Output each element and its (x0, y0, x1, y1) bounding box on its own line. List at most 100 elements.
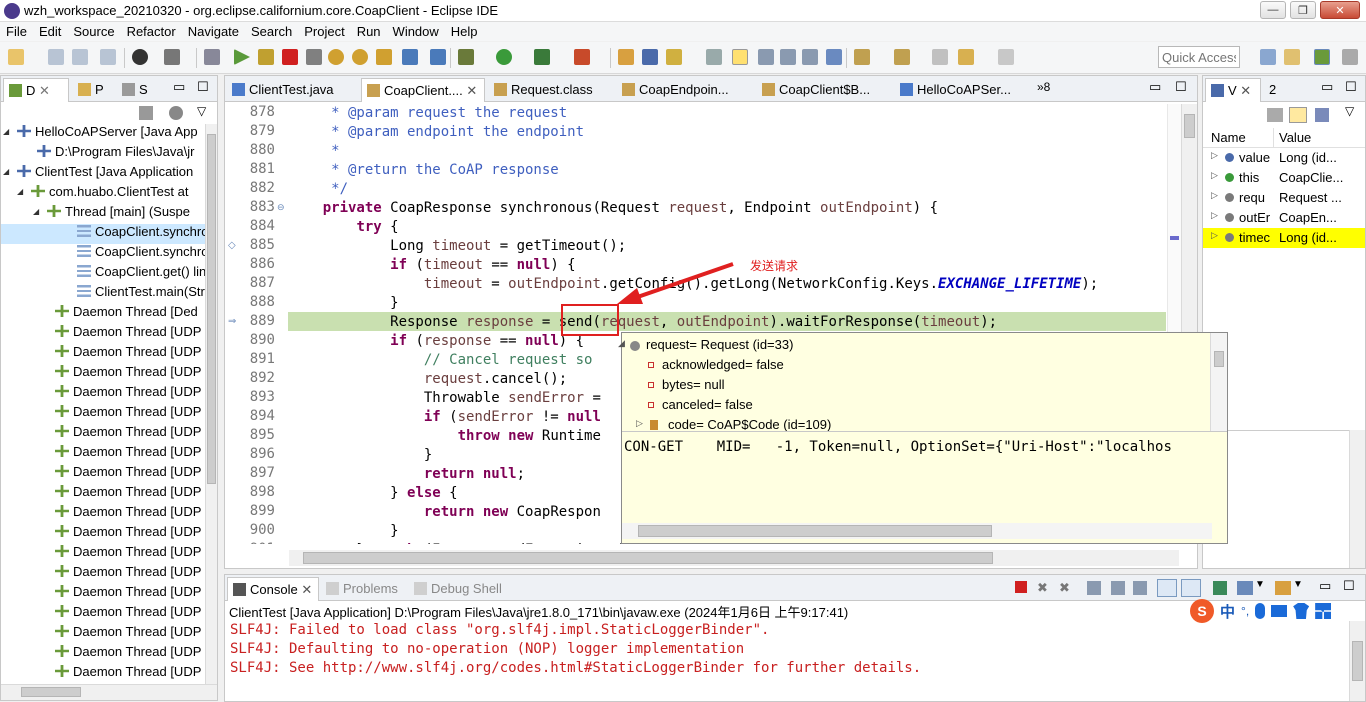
debug-tree-item[interactable]: Daemon Thread [UDP (1, 644, 205, 664)
variable-row[interactable]: ▷ timec Long (id... (1203, 228, 1365, 248)
tab-debug[interactable]: D ✕ (3, 78, 69, 102)
variable-row[interactable]: ▷ outEr CoapEn... (1203, 208, 1365, 228)
back-icon[interactable] (958, 49, 974, 65)
tab-variables[interactable]: V ✕ (1205, 78, 1261, 102)
toolbox-icon[interactable] (1315, 603, 1332, 619)
expand-icon[interactable]: ▷ (1211, 190, 1218, 201)
chevron-down-icon[interactable]: ▽ (197, 104, 206, 118)
expand-icon[interactable]: ◢ (3, 167, 9, 176)
remove-launch-icon[interactable]: ✖ (1037, 580, 1048, 596)
last-edit-icon[interactable] (932, 49, 948, 65)
minimize-button[interactable]: — (1260, 1, 1286, 19)
debug-tree-item[interactable]: Daemon Thread [UDP (1, 504, 205, 524)
maximize-console-icon[interactable]: ☐ (1343, 578, 1355, 594)
maximize-variables-icon[interactable]: ☐ (1345, 79, 1357, 95)
menu-search[interactable]: Search (245, 24, 298, 39)
show-whitespace-icon[interactable] (780, 49, 796, 65)
menu-file[interactable]: File (0, 24, 33, 39)
debug-tree-item[interactable]: CoapClient.get() lin (1, 264, 205, 284)
minimize-variables-icon[interactable]: ▭ (1321, 79, 1333, 95)
minimize-console-icon[interactable]: ▭ (1319, 578, 1331, 594)
hover-field-item[interactable]: acknowledged= false (648, 357, 784, 377)
clear-console-icon[interactable] (1087, 581, 1101, 595)
view-menu-icon[interactable] (169, 106, 183, 120)
forward-icon[interactable] (998, 49, 1014, 65)
skip-breakpoints-icon[interactable] (204, 49, 220, 65)
debug-tree-item[interactable]: Daemon Thread [UDP (1, 344, 205, 364)
debug-tree-item[interactable]: Daemon Thread [UDP (1, 464, 205, 484)
debug-tree-item[interactable]: Daemon Thread [UDP (1, 544, 205, 564)
run-icon[interactable] (496, 49, 512, 65)
debug-tree-item[interactable]: Daemon Thread [UDP (1, 444, 205, 464)
punctuation-icon[interactable]: °, (1241, 604, 1249, 618)
expand-icon[interactable]: ◢ (33, 207, 39, 216)
ime-language-label[interactable]: 中 (1220, 601, 1235, 622)
column-value[interactable]: Value (1279, 130, 1311, 145)
resume-icon[interactable] (234, 49, 250, 65)
debug-tree-item[interactable]: Daemon Thread [UDP (1, 424, 205, 444)
external-tools-icon[interactable] (574, 49, 590, 65)
hover-root-item[interactable]: ◢ request= Request (id=33) (618, 337, 793, 357)
open-dropdown-icon[interactable]: ▼ (1293, 579, 1303, 590)
menu-window[interactable]: Window (387, 24, 445, 39)
variable-hover-popup[interactable]: ◢ request= Request (id=33) acknowledged= f… (618, 332, 1228, 544)
debug-tree-item[interactable]: Daemon Thread [UDP (1, 564, 205, 584)
debug-tree-hscrollbar[interactable] (1, 684, 217, 700)
debug-icon[interactable] (458, 49, 474, 65)
tab-problems[interactable]: Problems (321, 577, 407, 601)
show-stderr-icon[interactable] (1181, 579, 1201, 597)
minimize-editor-icon[interactable]: ▭ (1149, 79, 1161, 95)
layout-icon[interactable] (1315, 108, 1329, 122)
terminate-console-icon[interactable] (1015, 581, 1027, 593)
save-icon[interactable] (48, 49, 64, 65)
expand-icon[interactable]: ▷ (1211, 150, 1218, 161)
collapse-icon[interactable]: ◢ (618, 338, 625, 349)
maximize-button[interactable]: ❐ (1290, 1, 1316, 19)
debug-tree-item[interactable]: Daemon Thread [UDP (1, 624, 205, 644)
expand-icon[interactable]: ▷ (1211, 230, 1218, 241)
debug-tree-item[interactable]: Daemon Thread [UDP (1, 404, 205, 424)
skin-icon[interactable] (1293, 603, 1310, 619)
debug-tree-item[interactable]: Daemon Thread [UDP (1, 484, 205, 504)
coverage-icon[interactable] (534, 49, 550, 65)
debug-tree-item[interactable]: ClientTest.main(Stri (1, 284, 205, 304)
expand-icon[interactable]: ◢ (17, 187, 23, 196)
sogou-logo-icon[interactable]: S (1190, 599, 1214, 623)
search-icon[interactable] (706, 49, 722, 65)
remove-terminated-icon[interactable] (139, 106, 153, 120)
pilcrow-icon[interactable] (802, 49, 818, 65)
expand-icon[interactable]: ▷ (1211, 170, 1218, 181)
quick-access-input[interactable] (1158, 46, 1240, 68)
tab-clienttest[interactable]: ClientTest.java (227, 78, 357, 102)
debug-tree-item[interactable]: ◢ com.huabo.ClientTest at (1, 184, 205, 204)
variable-row[interactable]: ▷ value Long (id... (1203, 148, 1365, 168)
new-package-icon[interactable] (618, 49, 634, 65)
word-wrap-console-icon[interactable] (1133, 581, 1147, 595)
tab-more-views[interactable]: 2 (1265, 78, 1295, 102)
debug-tree-item[interactable]: CoapClient.synchro (1, 244, 205, 264)
word-wrap-icon[interactable] (826, 49, 842, 65)
tab-console[interactable]: Console ✕ (227, 577, 319, 601)
hover-field-item[interactable]: canceled= false (648, 397, 753, 417)
display-dropdown-icon[interactable]: ▼ (1255, 579, 1265, 590)
more-tabs-button[interactable]: »8 (1037, 80, 1050, 94)
tab-hellocoapserver[interactable]: HelloCoAPSer... (895, 78, 1029, 102)
hover-field-item[interactable]: bytes= null (648, 377, 725, 397)
editor-hscrollbar[interactable] (289, 550, 1179, 566)
menu-source[interactable]: Source (67, 24, 120, 39)
keyboard-icon[interactable] (1271, 605, 1288, 617)
scroll-lock-icon[interactable] (1111, 581, 1125, 595)
toggle-block-icon[interactable] (758, 49, 774, 65)
maximize-view-icon[interactable]: ☐ (197, 79, 209, 95)
tab-debug-shell[interactable]: Debug Shell (409, 577, 509, 601)
pin-console-icon[interactable] (1213, 581, 1227, 595)
next-annotation-icon[interactable] (854, 49, 870, 65)
debug-tree-item[interactable]: D:\Program Files\Java\jr (1, 144, 205, 164)
open-console-icon[interactable] (1275, 581, 1291, 595)
expand-icon[interactable]: ▷ (1211, 210, 1218, 221)
tab-coapclient[interactable]: CoapClient.... ✕ (361, 78, 485, 102)
open-perspective-icon[interactable] (1260, 49, 1276, 65)
tab-request[interactable]: Request.class (489, 78, 605, 102)
stack-frame-selected[interactable]: CoapClient.synchro (1, 224, 205, 244)
expand-icon[interactable]: ◢ (3, 127, 9, 136)
